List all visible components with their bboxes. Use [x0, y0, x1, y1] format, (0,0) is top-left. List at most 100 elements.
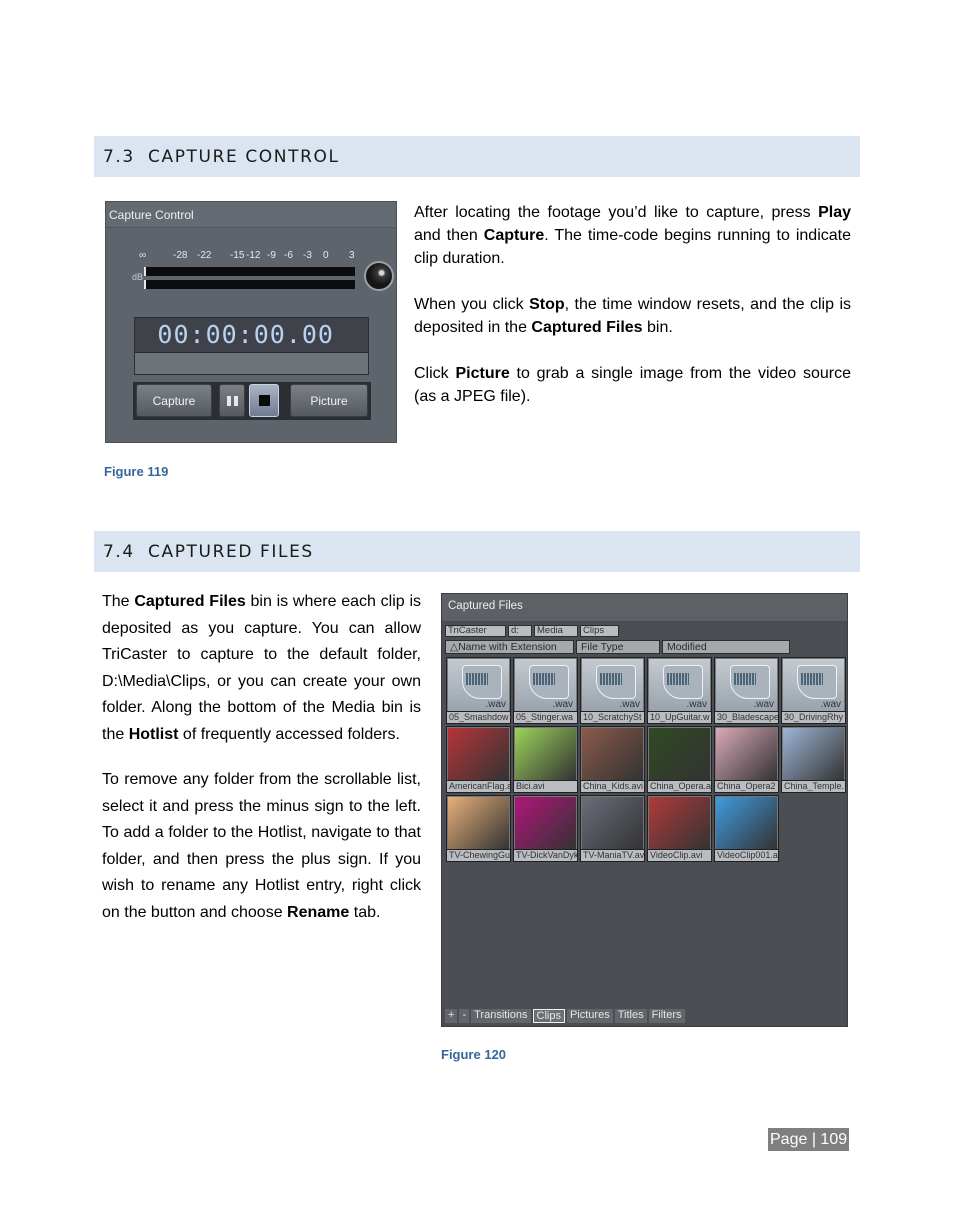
section-title: CAPTURE CONTROL — [148, 146, 340, 167]
stop-icon — [258, 395, 270, 406]
file-name: VideoClip.avi — [648, 849, 711, 861]
file-thumbnail[interactable]: .wav 30_DrivingRhy — [781, 657, 846, 724]
hotlist-tab-clips[interactable]: Clips — [532, 1009, 565, 1023]
video-preview-image — [515, 797, 576, 849]
file-name: TV-ChewingGu — [447, 849, 510, 861]
section-number: 7.3 — [103, 146, 135, 167]
file-extension: .wav — [619, 699, 640, 710]
capture-control-description: After locating the footage you’d like to… — [414, 201, 851, 431]
column-header-file-type[interactable]: File Type — [576, 640, 660, 654]
column-header-name[interactable]: △Name with Extension — [445, 640, 574, 654]
breadcrumb-item[interactable]: TriCaster — [445, 625, 506, 637]
transport-buttons: Capture Picture — [133, 382, 371, 420]
audio-meter-right — [144, 280, 355, 289]
capture-button[interactable]: Capture — [136, 384, 212, 417]
db-scale-label: -22 — [197, 250, 212, 261]
file-name: 05_Stinger.wa — [514, 711, 577, 723]
section-number: 7.4 — [103, 541, 135, 562]
db-scale-label: -12 — [246, 250, 261, 261]
file-thumbnail[interactable]: TV-ManiaTV.av — [580, 795, 645, 862]
file-thumbnail[interactable]: AmericanFlag.a — [446, 726, 511, 793]
pause-button[interactable] — [219, 384, 245, 417]
capture-control-panel: Capture Control dB ∞ -28 -22 -15 -12 -9 … — [105, 201, 397, 443]
file-name: 05_Smashdow — [447, 711, 510, 723]
db-scale-label: -15 — [230, 250, 245, 261]
file-thumbnail[interactable]: .wav 10_UpGuitar.w — [647, 657, 712, 724]
file-name: China_Kids.avi — [581, 780, 644, 792]
file-thumbnail[interactable]: China_Opera2 — [714, 726, 779, 793]
db-scale-label: -6 — [284, 250, 293, 261]
breadcrumb: TriCaster d: Media Clips — [445, 625, 619, 637]
audio-meter-left — [144, 267, 355, 276]
video-preview-image — [448, 797, 509, 849]
paragraph: The Captured Files bin is where each cli… — [102, 593, 421, 743]
audio-file-icon: .wav — [649, 659, 710, 711]
section-header-capture-control: 7.3 CAPTURE CONTROL — [94, 136, 860, 177]
file-name: VideoClip001.a — [715, 849, 778, 861]
db-scale-label: -3 — [303, 250, 312, 261]
volume-knob[interactable] — [364, 261, 394, 291]
video-preview-image — [716, 728, 777, 780]
section-title: CAPTURED FILES — [148, 541, 314, 562]
hotlist-add-button[interactable]: + — [445, 1009, 458, 1023]
audio-file-icon: .wav — [716, 659, 777, 711]
file-thumbnail[interactable]: .wav 30_Bladescape — [714, 657, 779, 724]
file-thumbnail[interactable]: VideoClip001.a — [714, 795, 779, 862]
captured-files-title: Captured Files — [442, 594, 847, 622]
figure-caption: Figure 119 — [104, 464, 169, 479]
hotlist-tab-pictures[interactable]: Pictures — [566, 1009, 613, 1023]
video-preview-image — [649, 797, 710, 849]
file-thumbnail[interactable]: China_Kids.avi — [580, 726, 645, 793]
figure-caption: Figure 120 — [441, 1047, 507, 1062]
breadcrumb-item[interactable]: Clips — [580, 625, 619, 637]
timecode-display: 00:00:00.00 — [134, 317, 369, 353]
audio-file-icon: .wav — [448, 659, 509, 711]
hotlist-remove-button[interactable]: - — [459, 1009, 470, 1023]
breadcrumb-item[interactable]: Media — [534, 625, 578, 637]
db-scale-label: -9 — [267, 250, 276, 261]
db-label: dB — [132, 272, 144, 282]
db-scale-label: 3 — [349, 250, 355, 261]
file-thumbnail[interactable]: TV-DickVanDyk — [513, 795, 578, 862]
hotlist-tab-filters[interactable]: Filters — [648, 1009, 685, 1023]
file-name: TV-ManiaTV.av — [581, 849, 644, 861]
audio-file-icon: .wav — [582, 659, 643, 711]
hotlist-tab-titles[interactable]: Titles — [614, 1009, 647, 1023]
captured-files-panel: Captured Files TriCaster d: Media Clips … — [441, 593, 848, 1027]
section-header-captured-files: 7.4 CAPTURED FILES — [94, 531, 860, 572]
file-name: China_Temple. — [782, 780, 845, 792]
sort-ascending-icon: △ — [450, 641, 459, 653]
column-header-modified[interactable]: Modified — [662, 640, 790, 654]
paragraph: To remove any folder from the scrollable… — [102, 771, 421, 921]
file-extension: .wav — [485, 699, 506, 710]
paragraph: After locating the footage you’d like to… — [414, 204, 851, 267]
file-thumbnail[interactable]: VideoClip.avi — [647, 795, 712, 862]
pause-icon — [226, 395, 238, 406]
file-thumbnail[interactable]: TV-ChewingGu — [446, 795, 511, 862]
file-extension: .wav — [820, 699, 841, 710]
video-preview-image — [783, 728, 844, 780]
file-name: 30_DrivingRhy — [782, 711, 845, 723]
hotlist-tab-transitions[interactable]: Transitions — [471, 1009, 531, 1023]
file-thumbnail[interactable]: .wav 10_ScratchySt — [580, 657, 645, 724]
file-thumbnail[interactable]: Bici.avi — [513, 726, 578, 793]
paragraph: Click Picture to grab a single image fro… — [414, 365, 852, 405]
file-thumbnail[interactable]: .wav 05_Stinger.wa — [513, 657, 578, 724]
file-name: 10_ScratchySt — [581, 711, 644, 723]
file-name: China_Opera2 — [715, 780, 778, 792]
page-number: Page | 109 — [768, 1128, 850, 1151]
hotlist: + - Transitions Clips Pictures Titles Fi… — [445, 1009, 685, 1023]
video-preview-image — [716, 797, 777, 849]
stop-button[interactable] — [249, 384, 279, 417]
file-name: 10_UpGuitar.w — [648, 711, 711, 723]
file-grid: .wav 05_Smashdow .wav 05_Stinger.wa .wav 10_S… — [446, 657, 846, 862]
picture-button[interactable]: Picture — [290, 384, 368, 417]
file-thumbnail[interactable]: China_Temple. — [781, 726, 846, 793]
breadcrumb-item[interactable]: d: — [508, 625, 532, 637]
file-thumbnail[interactable]: .wav 05_Smashdow — [446, 657, 511, 724]
file-thumbnail[interactable]: China_Opera.a — [647, 726, 712, 793]
video-preview-image — [582, 797, 643, 849]
file-extension: .wav — [552, 699, 573, 710]
video-preview-image — [515, 728, 576, 780]
file-name: China_Opera.a — [648, 780, 711, 792]
